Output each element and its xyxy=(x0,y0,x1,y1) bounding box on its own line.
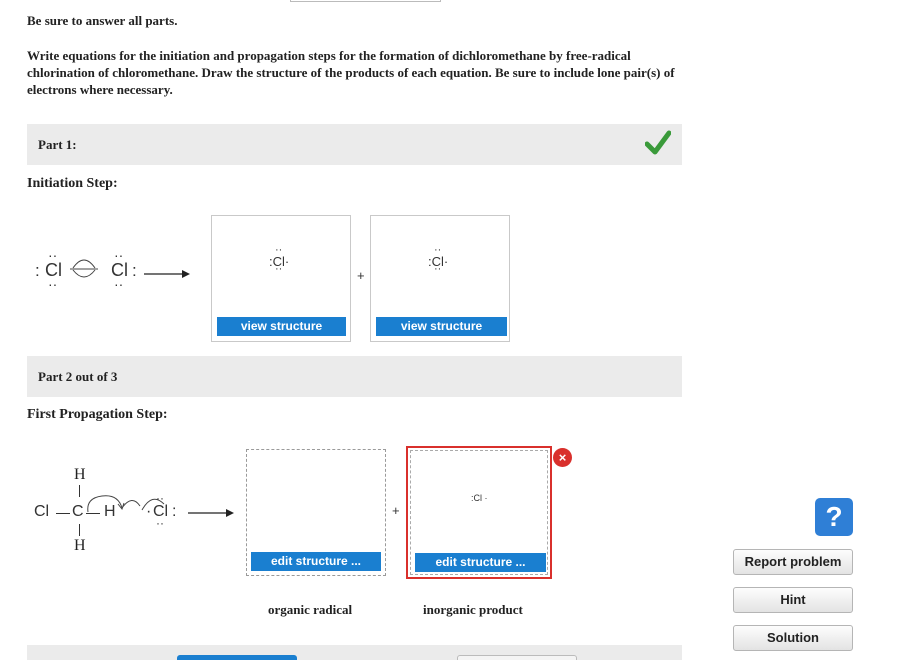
part2-label: Part 2 out of 3 xyxy=(38,369,118,384)
inorganic-product-box[interactable]: :Cl · edit structure ... xyxy=(406,446,552,579)
bottom-blue-button[interactable] xyxy=(177,655,297,660)
propagation-reactant: H Cl C H H · Cl ·· ·· : xyxy=(34,466,244,556)
plus-sign-2: + xyxy=(392,503,400,518)
edit-structure-button-1[interactable]: edit structure ... xyxy=(251,552,381,571)
organic-radical-box[interactable]: edit structure ... xyxy=(246,449,386,576)
hint-button[interactable]: Hint xyxy=(733,587,853,613)
product-box-2: :Cl· ·· ·· view structure xyxy=(370,215,510,342)
cl-left: Cl xyxy=(34,503,50,520)
close-icon[interactable]: × xyxy=(553,448,572,467)
part2-header: Part 2 out of 3 xyxy=(27,356,682,397)
bottom-gray-button[interactable] xyxy=(457,655,577,660)
help-icon[interactable]: ? xyxy=(815,498,853,536)
product1-structure: :Cl· ·· ·· xyxy=(269,244,290,275)
h-bottom: H xyxy=(74,537,86,554)
instruction-text: Be sure to answer all parts. xyxy=(27,13,178,28)
plus-sign-1: + xyxy=(357,268,365,283)
reaction-arrow-icon xyxy=(188,509,234,517)
part1-header: Part 1: xyxy=(27,124,682,165)
view-structure-button-2[interactable]: view structure xyxy=(376,317,507,336)
question-text: Write equations for the initiation and p… xyxy=(27,48,675,97)
product-cl-structure: :Cl · xyxy=(471,493,488,503)
propagation-step-title: First Propagation Step: xyxy=(27,407,168,422)
product-box-1: :Cl· ·· ·· view structure xyxy=(211,215,351,342)
report-problem-button[interactable]: Report problem xyxy=(733,549,853,575)
view-structure-button-1[interactable]: view structure xyxy=(217,317,346,336)
h-top: H xyxy=(74,466,86,483)
organic-radical-caption: organic radical xyxy=(268,602,353,617)
part1-label: Part 1: xyxy=(38,137,77,152)
curved-arrow-icon xyxy=(70,259,98,278)
bottom-bar xyxy=(27,645,682,660)
top-tab-edge xyxy=(290,0,441,2)
solution-button[interactable]: Solution xyxy=(733,625,853,651)
edit-structure-button-2[interactable]: edit structure ... xyxy=(415,553,546,572)
check-icon xyxy=(645,130,671,155)
initiation-step-title: Initiation Step: xyxy=(27,176,118,191)
initiation-reactant: : Cl ·· ·· Cl ·· ·· : xyxy=(35,247,195,298)
product2-structure: :Cl· ·· ·· xyxy=(428,244,449,275)
inorganic-product-caption: inorganic product xyxy=(423,602,523,617)
reaction-arrow-icon xyxy=(144,270,190,278)
